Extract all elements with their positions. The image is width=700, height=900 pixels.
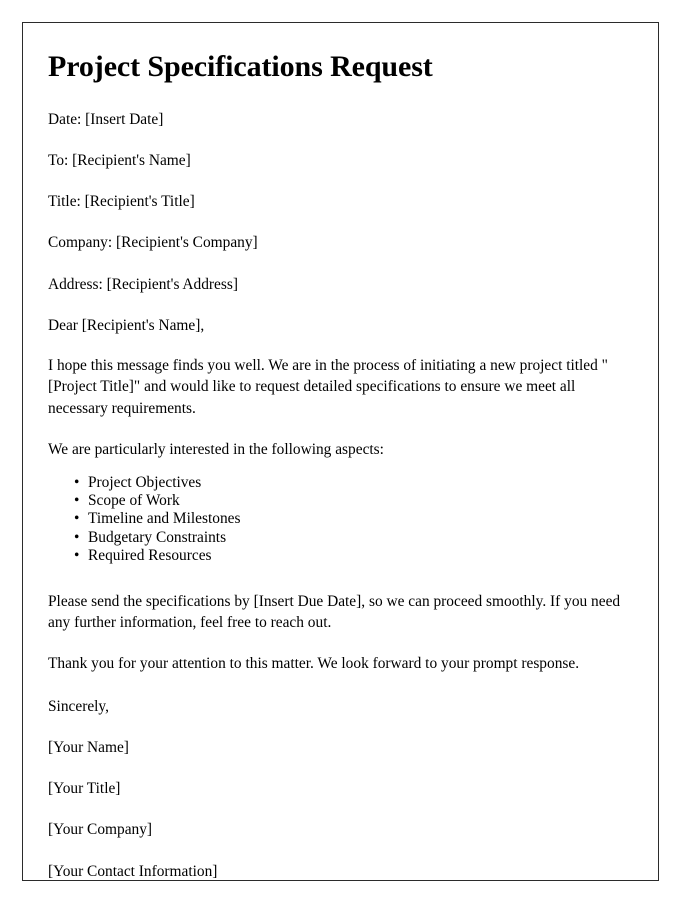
document-body: Project Specifications Request Date: [In… — [48, 23, 636, 880]
list-item: Project Objectives — [48, 474, 636, 492]
signature-your-name: [Your Name] — [48, 738, 129, 756]
header-field-address: Address: [Recipient's Address] — [48, 275, 238, 293]
header-field-title: Title: [Recipient's Title] — [48, 193, 195, 211]
header-field-company: Company: [Recipient's Company] — [48, 234, 258, 252]
salutation: Dear [Recipient's Name], — [48, 316, 205, 334]
paragraph-thanks: Thank you for your attention to this mat… — [48, 655, 580, 673]
aspects-list: Project Objectives Scope of Work Timelin… — [48, 460, 636, 565]
list-item: Budgetary Constraints — [48, 529, 636, 547]
paragraph-aspects-lead: We are particularly interested in the fo… — [48, 440, 384, 458]
header-field-date: Date: [Insert Date] — [48, 110, 164, 128]
signature-your-contact: [Your Contact Information] — [48, 862, 218, 880]
page-title: Project Specifications Request — [48, 50, 433, 83]
paragraph-intro: I hope this message finds you well. We a… — [48, 357, 608, 417]
list-item: Scope of Work — [48, 492, 636, 510]
list-item: Required Resources — [48, 547, 636, 565]
signature-your-title: [Your Title] — [48, 780, 121, 798]
signature-your-company: [Your Company] — [48, 821, 153, 839]
list-item: Timeline and Milestones — [48, 510, 636, 528]
closing: Sincerely, — [48, 697, 109, 715]
document-page: Project Specifications Request Date: [In… — [22, 22, 659, 881]
header-field-to: To: [Recipient's Name] — [48, 151, 191, 169]
paragraph-due-date: Please send the specifications by [Inser… — [48, 592, 621, 632]
